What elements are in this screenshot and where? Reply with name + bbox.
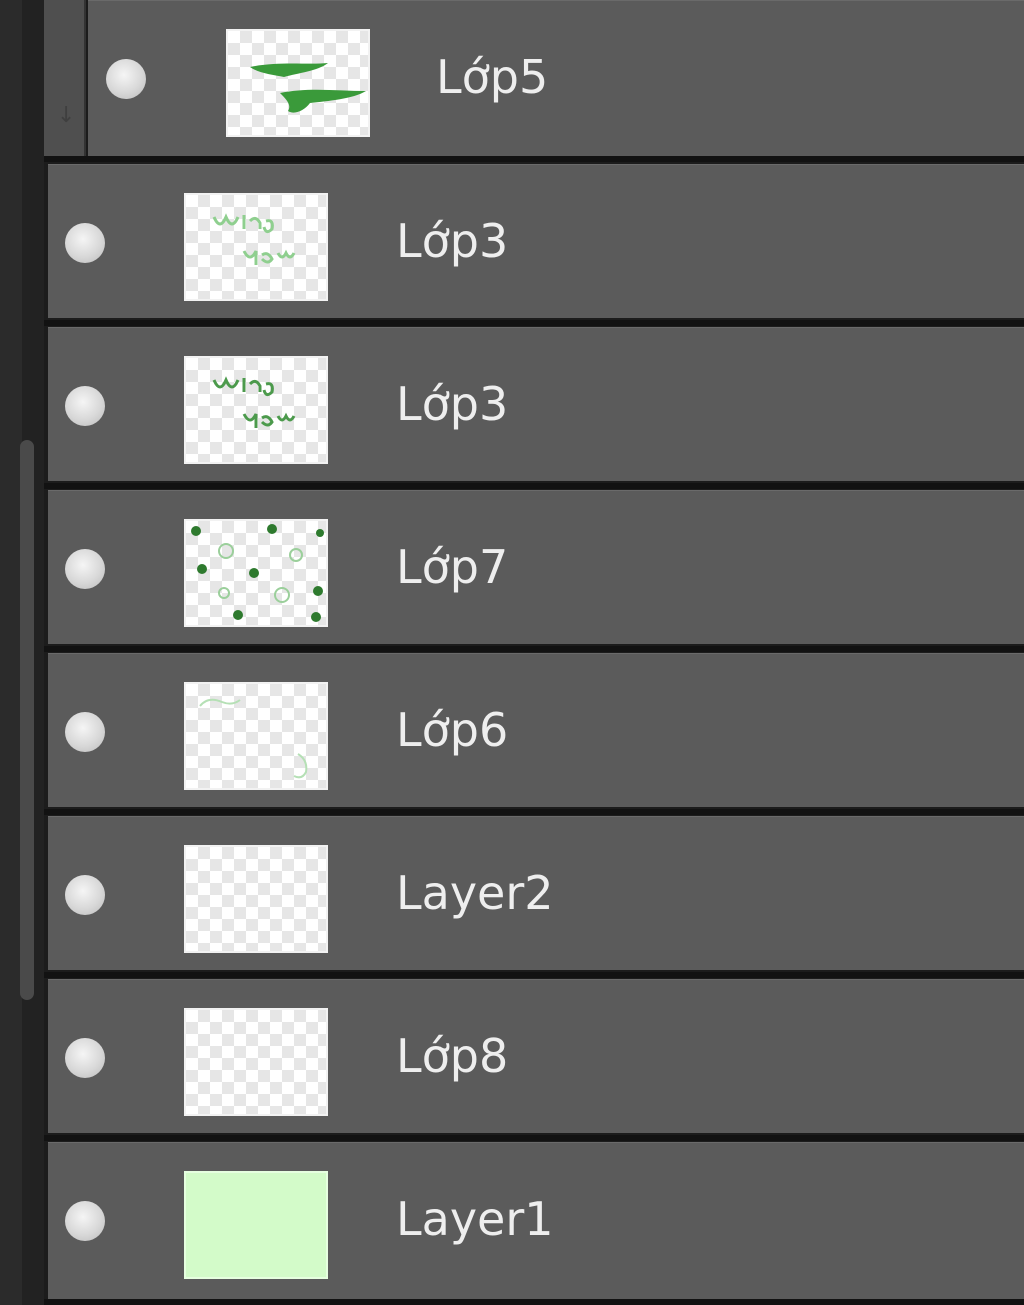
faint-lettering-thumbnail	[212, 213, 296, 265]
layer-thumbnail	[226, 29, 370, 137]
layer-thumbnail	[184, 682, 328, 790]
brush-strokes-thumbnail	[250, 63, 366, 113]
layer-name: Lớp5	[436, 50, 549, 104]
layer-name: Lớp8	[396, 1029, 509, 1083]
visibility-toggle-icon[interactable]	[65, 549, 105, 589]
layer-thumbnail	[184, 845, 328, 953]
layer-name: Layer1	[396, 1192, 554, 1246]
clipping-indicator: ↓	[44, 0, 86, 160]
layer-row[interactable]: Lớp3	[48, 164, 1024, 318]
layer-name: Lớp3	[396, 214, 509, 268]
row-divider	[44, 1135, 1024, 1141]
visibility-toggle-icon[interactable]	[65, 1201, 105, 1241]
layer-name: Lớp7	[396, 540, 509, 594]
layer-row[interactable]: Lớp8	[48, 979, 1024, 1133]
layer-row[interactable]: Lớp6	[48, 653, 1024, 807]
row-divider	[44, 1299, 1024, 1305]
row-divider	[44, 156, 1024, 162]
layer-name: Layer2	[396, 866, 554, 920]
visibility-toggle-icon[interactable]	[65, 1038, 105, 1078]
row-divider	[44, 646, 1024, 652]
layer-row[interactable]: Layer2	[48, 816, 1024, 970]
visibility-toggle-icon[interactable]	[65, 875, 105, 915]
layer-list: ↓ Lớp5 Lớp3 Lớp3 Lớp7 Lớp6 Layer2 Lớp8 L…	[0, 0, 1024, 1305]
clip-arrow-icon: ↓	[57, 103, 76, 128]
layer-row[interactable]: Layer1	[48, 1142, 1024, 1299]
layer-row[interactable]: Lớp5	[88, 0, 1024, 156]
row-divider	[44, 972, 1024, 978]
row-divider	[44, 320, 1024, 326]
layers-panel: ↓ Lớp5 Lớp3 Lớp3 Lớp7 Lớp6 Layer2 Lớp8 L…	[0, 0, 1024, 1305]
layer-thumbnail	[184, 519, 328, 627]
layer-row[interactable]: Lớp7	[48, 490, 1024, 644]
visibility-toggle-icon[interactable]	[65, 712, 105, 752]
layer-name: Lớp3	[396, 377, 509, 431]
layer-thumbnail	[184, 1008, 328, 1116]
row-divider	[44, 809, 1024, 815]
visibility-toggle-icon[interactable]	[65, 386, 105, 426]
lettering-thumbnail	[212, 376, 296, 428]
layer-name: Lớp6	[396, 703, 509, 757]
visibility-toggle-icon[interactable]	[106, 59, 146, 99]
faint-marks-thumbnail	[199, 698, 308, 779]
visibility-toggle-icon[interactable]	[65, 223, 105, 263]
layer-thumbnail	[184, 193, 328, 301]
dots-thumbnail	[191, 524, 324, 622]
row-divider	[44, 483, 1024, 489]
layer-thumbnail	[184, 356, 328, 464]
layer-thumbnail	[184, 1171, 328, 1279]
layer-row[interactable]: Lớp3	[48, 327, 1024, 481]
